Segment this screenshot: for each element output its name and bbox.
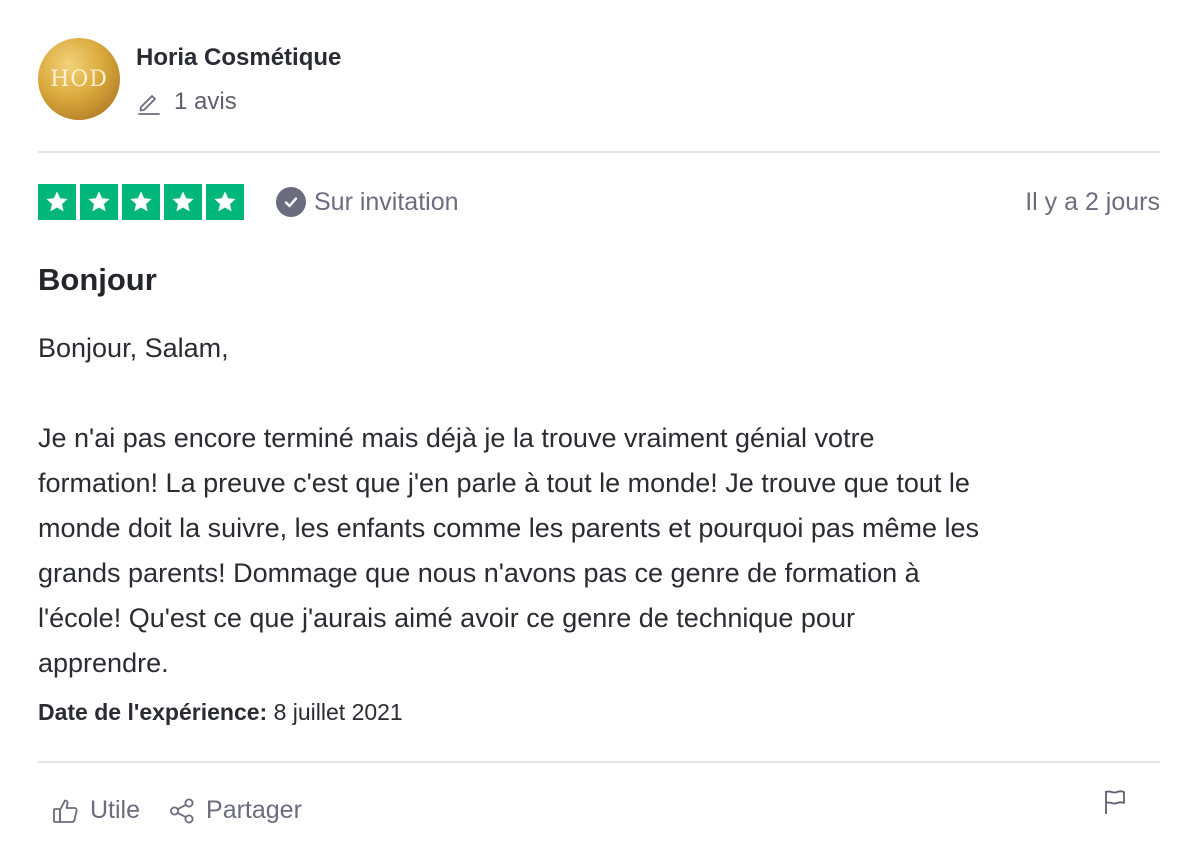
reviewer-info: Horia Cosmétique 1 avis: [136, 38, 341, 116]
verified-badge-label: Sur invitation: [314, 187, 459, 216]
share-button[interactable]: Partager: [168, 796, 302, 825]
star-icon: [122, 184, 160, 220]
flag-icon: [1105, 790, 1125, 814]
review-count-label: 1 avis: [174, 88, 237, 115]
review-text-line: apprendre.: [38, 648, 169, 678]
review-text-line: grands parents! Dommage que nous n'avons…: [38, 558, 920, 588]
share-icon: [170, 798, 194, 823]
review-actions: Utile Partager: [52, 796, 330, 825]
verified-badge[interactable]: Sur invitation: [276, 187, 459, 217]
star-icon: [38, 184, 76, 220]
experience-date: Date de l'expérience: 8 juillet 2021: [38, 699, 403, 726]
review-meta: Sur invitation Il y a 2 jours: [38, 184, 1160, 220]
useful-label: Utile: [90, 796, 141, 824]
star-icon: [164, 184, 202, 220]
avatar[interactable]: HOD: [38, 38, 120, 120]
review-text-line: Je n'ai pas encore terminé mais déjà je …: [38, 423, 875, 453]
star-rating: [38, 184, 244, 220]
review-text-line: l'école! Qu'est ce que j'aurais aimé avo…: [38, 603, 855, 633]
useful-button[interactable]: Utile: [52, 796, 140, 825]
experience-date-label: Date de l'expérience:: [38, 699, 268, 725]
star-icon: [80, 184, 118, 220]
review-text-line: formation! La preuve c'est que j'en parl…: [38, 468, 970, 498]
reviewer-header: HOD Horia Cosmétique 1 avis: [38, 38, 341, 120]
star-icon: [206, 184, 244, 220]
divider: [38, 151, 1160, 153]
review-title[interactable]: Bonjour: [38, 262, 157, 298]
pencil-icon: [138, 95, 160, 115]
review-text-line: monde doit la suivre, les enfants comme …: [38, 513, 979, 543]
review-body: Bonjour, Salam, Je n'ai pas encore termi…: [38, 326, 1168, 686]
review-count: 1 avis: [136, 88, 341, 116]
review-posted-time: Il y a 2 jours: [1025, 187, 1160, 216]
report-button[interactable]: [1102, 788, 1128, 821]
experience-date-value: 8 juillet 2021: [273, 699, 403, 725]
thumbs-up-icon: [53, 799, 78, 823]
avatar-initials: HOD: [50, 66, 108, 92]
divider: [38, 761, 1160, 763]
reviewer-name[interactable]: Horia Cosmétique: [136, 44, 341, 72]
review-greeting: Bonjour, Salam,: [38, 333, 229, 363]
share-label: Partager: [206, 796, 302, 824]
check-circle-icon: [276, 187, 306, 217]
